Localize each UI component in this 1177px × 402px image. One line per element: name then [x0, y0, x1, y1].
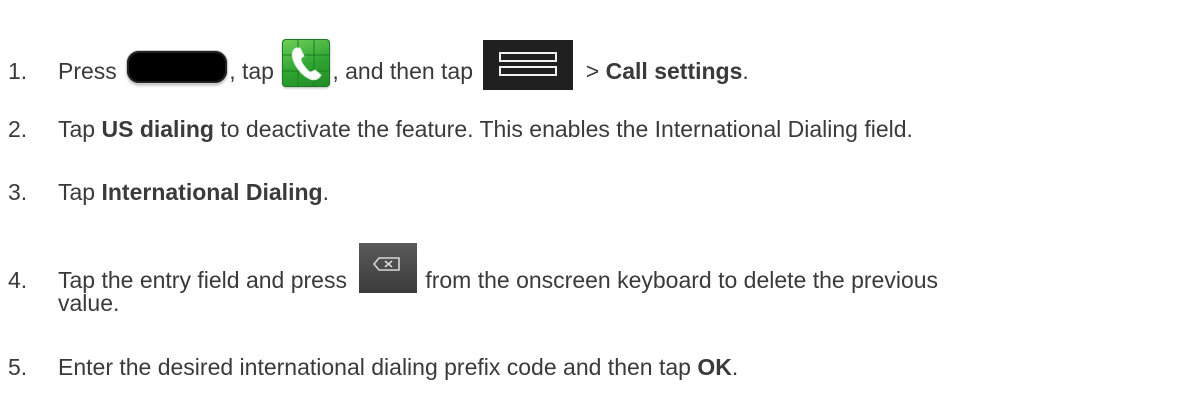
step-text: , and then tap: [332, 58, 474, 85]
step-text: to deactivate the feature. This enables …: [213, 116, 913, 142]
step-text: >: [579, 58, 606, 85]
step-number: 5.: [8, 354, 28, 380]
home-key-icon: [127, 51, 228, 83]
step-bold-text: US dialing: [101, 116, 214, 142]
step-3: 3. Tap International Dialing.: [8, 177, 329, 207]
step-text: Enter the desired international dialing …: [58, 354, 698, 380]
step-bold-text: International Dialing: [101, 179, 323, 205]
step-number: 4.: [8, 267, 28, 294]
step-number: 2.: [8, 116, 28, 142]
menu-key-icon: [483, 40, 574, 90]
step-4-continuation: value.: [58, 290, 120, 316]
step-5: 5. Enter the desired international dialin…: [8, 352, 738, 382]
step-text: .: [731, 354, 739, 380]
step-bold-text: Call settings: [605, 58, 743, 85]
step-text: Tap: [58, 116, 102, 142]
step-text: , tap: [229, 58, 274, 85]
step-text: .: [742, 58, 749, 85]
step-2: 2. Tap US dialing to deactivate the featu…: [8, 114, 913, 144]
step-bold-text: OK: [697, 354, 732, 380]
backspace-key-icon: [359, 243, 418, 293]
step-text: .: [322, 179, 329, 205]
step-1: 1. Press , tap , and then tap > Call sett…: [8, 39, 749, 98]
step-text: from the onscreen keyboard to delete the…: [425, 267, 939, 294]
step-text: Press: [58, 58, 117, 85]
phone-app-icon: [282, 39, 331, 87]
step-4: 4. Tap the entry field and press from the…: [8, 243, 939, 307]
step-number: 1.: [8, 58, 28, 85]
step-number: 3.: [8, 179, 28, 205]
step-text: Tap: [58, 179, 102, 205]
